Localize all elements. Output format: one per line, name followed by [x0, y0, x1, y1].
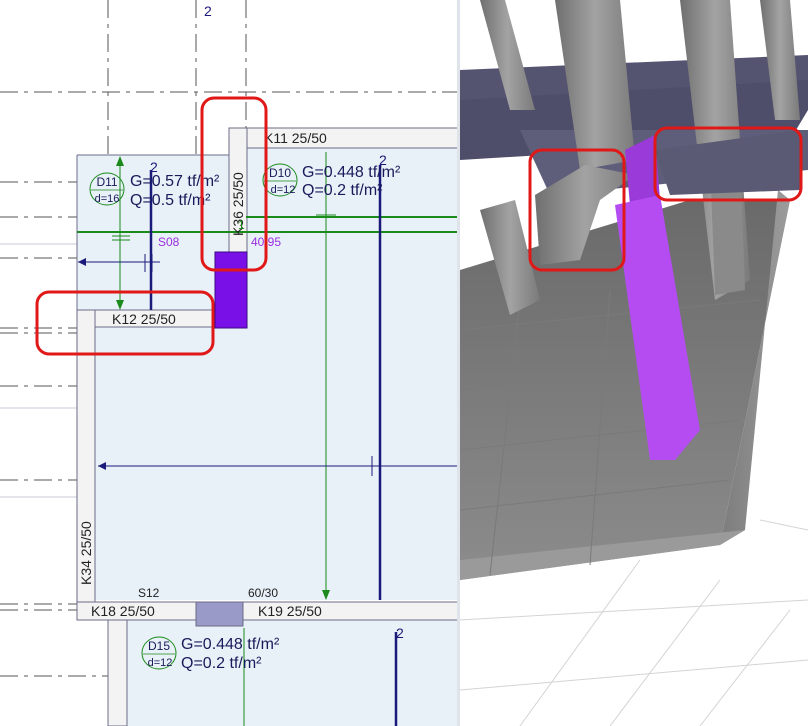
screenshot-root: D11 d=16 G=0.57 tf/m² Q=0.5 tf/m² D10 d=…	[0, 0, 808, 726]
column-s08-label: S08	[158, 235, 180, 249]
model-3d-view[interactable]	[460, 0, 808, 726]
axis-mark-1: 1	[238, 218, 245, 232]
slab-d11-g-load: G=0.57 tf/m²	[130, 173, 220, 190]
beam-k11-label: K11 25/50	[264, 130, 327, 146]
slab-main-area[interactable]	[95, 327, 247, 600]
slab-d11-thickness: d=16	[95, 193, 120, 205]
slab-d10-area[interactable]	[247, 148, 458, 600]
slab-d15-area[interactable]	[127, 620, 458, 726]
beam-k12-label: K12 25/50	[112, 311, 176, 327]
column-s12[interactable]	[195, 601, 244, 627]
span-mark-top-b: 2	[379, 152, 387, 168]
span-mark-top-a: 2	[150, 159, 158, 175]
beam-lower-left[interactable]	[107, 619, 128, 726]
beam-k18-label: K18 25/50	[91, 603, 155, 619]
floor-plan-view[interactable]: D11 d=16 G=0.57 tf/m² Q=0.5 tf/m² D10 d=…	[0, 0, 458, 726]
slab-d15-thickness: d=12	[148, 657, 173, 669]
span-mark-right: 2	[396, 625, 404, 641]
slab-d11-id: D11	[96, 175, 117, 189]
slab-d10-q-load: Q=0.2 tf/m²	[302, 182, 383, 199]
span-mark-bottom: 2	[204, 3, 212, 19]
beam-k34-label: K34 25/50	[78, 521, 94, 585]
slab-d15-q-load: Q=0.2 tf/m²	[181, 655, 262, 672]
column-s12-label: S12	[138, 586, 160, 600]
slab-d11-q-load: Q=0.5 tf/m²	[130, 192, 211, 209]
slab-d15-g-load: G=0.448 tf/m²	[181, 636, 280, 653]
column-s08[interactable]	[214, 251, 248, 329]
beam-k19-label: K19 25/50	[258, 603, 322, 619]
column-s12-size: 60/30	[248, 586, 278, 600]
floor-plan-canvas[interactable]: D11 d=16 G=0.57 tf/m² Q=0.5 tf/m² D10 d=…	[0, 0, 458, 726]
model-3d-canvas[interactable]	[460, 0, 808, 726]
slab-d10-thickness: d=12	[271, 184, 296, 196]
slab-d10-id: D10	[269, 166, 291, 180]
slab-d15-id: D15	[148, 639, 170, 653]
